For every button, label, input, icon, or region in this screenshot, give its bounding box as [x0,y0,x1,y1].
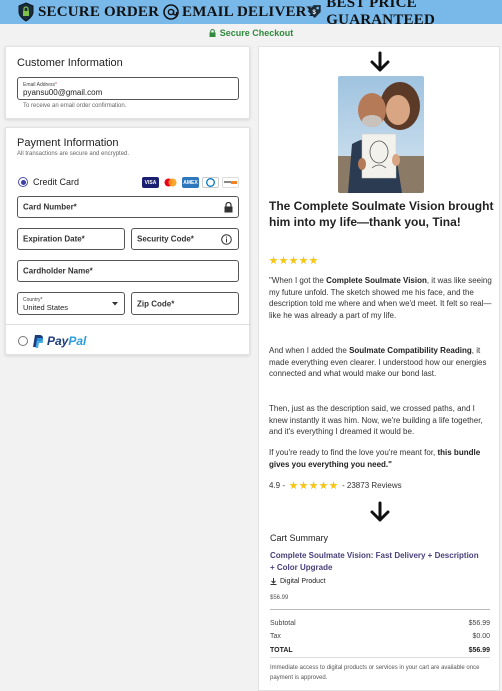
payment-divider [6,324,251,325]
testimonial-paragraph-3: Then, just as the description said, we c… [269,404,483,437]
subtotal-label: Subtotal [270,620,296,627]
testimonial-stars [269,256,318,265]
zip-code-placeholder: Zip Code* [137,299,175,308]
total-row: TOTAL $56.99 [270,647,490,654]
cart-product-name: Complete Soulmate Vision: Fast Delivery … [270,551,479,572]
star-icon [269,256,278,265]
expiration-date-field[interactable]: Expiration Date* [17,228,125,250]
zip-code-field[interactable]: Zip Code* [131,292,239,315]
best-price-badge: $ BEST PRICE GUARANTEED [306,0,502,28]
secure-order-badge: SECURE ORDER [17,0,159,24]
total-label: TOTAL [270,647,293,654]
price-tag-icon: $ [307,5,321,19]
star-icon [289,256,298,265]
testimonial-paragraph-4: If you're ready to find the love you're … [269,448,481,469]
star-icon [289,481,298,490]
paypal-logo-icon [33,334,43,348]
discover-icon [222,177,239,188]
subtotal-row: Subtotal $56.99 [270,620,490,627]
card-logos: VISA AMEX [142,177,239,188]
download-icon [270,578,277,585]
email-delivery-text: EMAIL DELIVERY [182,3,318,20]
country-select[interactable]: Country* United States [17,292,125,315]
review-count: - 23873 Reviews [342,481,402,490]
mastercard-icon [162,177,179,188]
payment-information-card: Payment Information All transactions are… [5,127,251,355]
paypal-option[interactable]: PayPal [18,334,86,348]
lock-icon [209,28,216,37]
at-sign-icon [163,4,179,20]
cardholder-name-field[interactable]: Cardholder Name* [17,260,239,282]
cart-access-note: Immediate access to digital products or … [270,665,480,681]
star-icon [319,481,328,490]
svg-text:$: $ [312,10,316,16]
secure-order-text: SECURE ORDER [38,3,160,20]
diners-icon [202,177,219,188]
testimonial-photo [338,76,424,193]
security-code-field[interactable]: Security Code* [131,228,239,250]
email-field[interactable]: Email Address* pyansu00@gmail.com [17,77,239,100]
total-divider [270,657,490,658]
star-icon [329,481,338,490]
rating-summary: 4.9 - - 23873 Reviews [269,481,402,490]
trust-banner: SECURE ORDER EMAIL DELIVERY $ BEST PRICE… [0,0,502,28]
cart-item-price: $56.99 [270,595,289,601]
cardholder-name-placeholder: Cardholder Name* [23,266,93,276]
digital-product-tag: Digital Product [270,578,326,585]
security-code-placeholder: Security Code* [137,234,194,244]
rating-value: 4.9 - [269,481,286,490]
total-value: $56.99 [468,647,490,654]
paypal-pay-text: Pay [47,334,69,348]
subtotal-value: $56.99 [468,620,490,627]
testimonial-paragraph-2: And when I added the Soulmate Compatibil… [269,346,487,379]
star-icon [309,256,318,265]
email-helper-text: To receive an email order confirmation. [23,103,127,109]
tax-value: $0.00 [472,633,490,640]
customer-info-title: Customer Information [17,57,123,69]
tax-label: Tax [270,633,281,640]
secure-checkout-line: Secure Checkout [0,24,502,41]
testimonial-paragraph-1: "When I got the Complete Soulmate Vision… [269,276,492,321]
star-icon [309,481,318,490]
info-icon[interactable] [221,234,232,245]
secure-checkout-text: Secure Checkout [219,27,294,38]
payment-info-title: Payment Information [17,137,119,149]
star-icon [299,481,308,490]
email-delivery-badge: EMAIL DELIVERY [163,0,317,24]
arrow-down-icon [370,501,390,522]
cart-divider [270,609,490,610]
customer-information-card: Customer Information Email Address* pyan… [5,46,250,119]
caret-down-icon [112,302,118,306]
card-number-field[interactable]: Card Number* [17,196,239,218]
paypal-pal-text: Pal [68,334,87,348]
paypal-wordmark: PayPal [47,334,86,348]
credit-card-option[interactable]: Credit Card [18,177,79,187]
credit-card-label: Credit Card [33,177,80,187]
star-icon [279,256,288,265]
payment-info-subtitle: All transactions are secure and encrypte… [17,151,130,157]
digital-product-label: Digital Product [280,578,326,585]
arrow-down-icon [370,51,390,72]
expiration-date-placeholder: Expiration Date* [23,234,85,244]
card-number-placeholder: Card Number* [23,202,77,212]
visa-icon: VISA [142,177,159,188]
amex-icon: AMEX [182,177,199,188]
order-summary-column: The Complete Soulmate Vision brought him… [258,46,500,691]
star-icon [299,256,308,265]
rating-stars [289,481,338,490]
testimonial-headline: The Complete Soulmate Vision brought him… [269,199,494,229]
lock-icon [224,202,233,213]
country-select-value: United States [23,303,69,312]
tax-row: Tax $0.00 [270,633,490,640]
cart-summary-title: Cart Summary [270,533,329,543]
shield-lock-icon [18,2,34,22]
credit-card-radio[interactable] [18,177,28,187]
paypal-radio[interactable] [18,336,28,346]
email-field-value: pyansu00@gmail.com [23,88,103,97]
